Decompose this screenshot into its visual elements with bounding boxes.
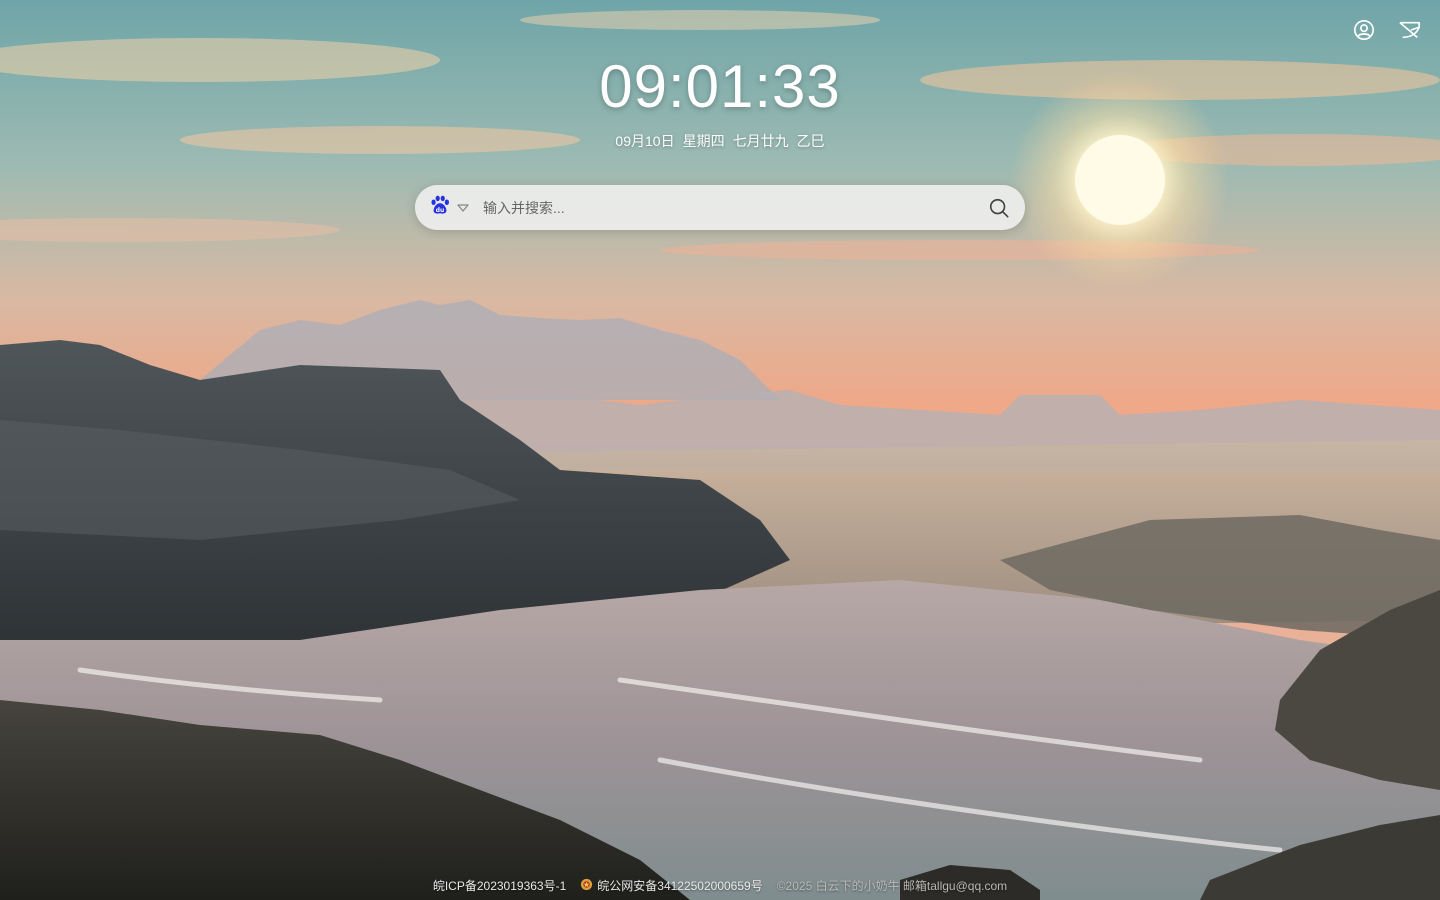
date-ganzhi: 乙巳 <box>796 133 825 149</box>
caret-down-icon <box>457 203 469 212</box>
svg-text:du: du <box>436 207 444 214</box>
search-icon[interactable] <box>987 196 1011 220</box>
baidu-paw-icon: du <box>429 194 451 221</box>
search-engine-selector[interactable]: du <box>429 194 469 221</box>
user-circle-icon[interactable] <box>1352 18 1376 42</box>
search-bar: du <box>415 185 1025 230</box>
police-badge-icon <box>580 878 593 894</box>
copyright-text: ©2025 白云下的小奶牛 邮箱tallgu@qq.com <box>776 879 1008 893</box>
homepage: 09:01:33 09月10日 星期四 七月廿九 乙巳 du 输入并搜索... … <box>0 0 1440 900</box>
search-input[interactable] <box>481 191 987 224</box>
top-right-toolbar <box>1352 18 1422 42</box>
police-record-link[interactable]: 皖公网安备34122502000659号 <box>597 877 762 894</box>
date-lunar: 七月廿九 <box>732 133 789 149</box>
date-line: 09月10日 星期四 七月廿九 乙巳 <box>0 131 1440 151</box>
date-weekday: 星期四 <box>682 133 725 149</box>
icp-link[interactable]: 皖ICP备2023019363号-1 <box>433 877 566 894</box>
police-record: 皖公网安备34122502000659号 <box>580 877 763 894</box>
footer: 皖ICP备2023019363号-1 皖公网安备34122502000659号 … <box>0 877 1440 894</box>
clock-time: 09:01:33 <box>599 53 841 120</box>
date-day: 09月10日 <box>615 133 675 149</box>
feather-pen-icon[interactable] <box>1398 18 1422 42</box>
